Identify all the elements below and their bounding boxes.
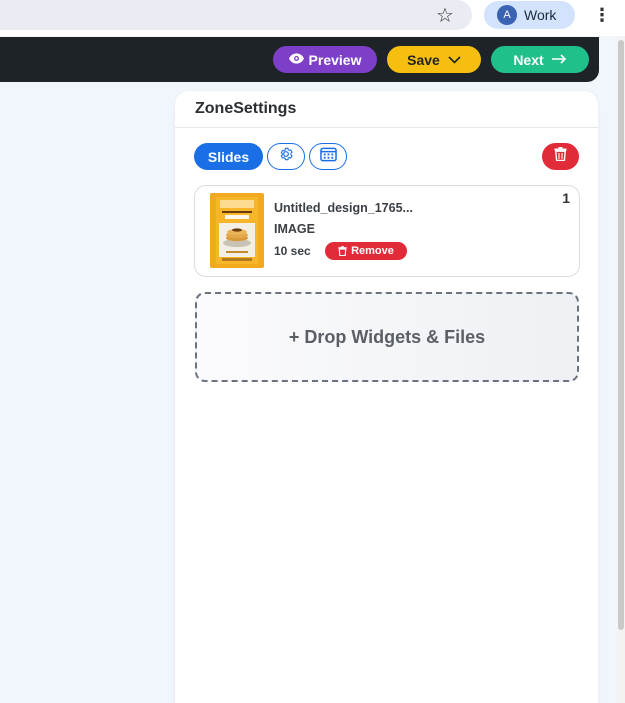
save-label: Save — [407, 51, 440, 68]
zone-settings-panel: ZoneSettings Slides 1 Untitled_design_17… — [175, 91, 598, 703]
remove-slide-button[interactable]: Remove — [325, 242, 407, 260]
next-label: Next — [513, 51, 544, 68]
gear-icon — [278, 146, 294, 167]
app-toolbar: Preview Save Next — [0, 37, 599, 82]
tab-schedule[interactable] — [309, 143, 347, 170]
slide-card[interactable]: 1 Untitled_design_1765... IMAGE 10 sec R… — [194, 185, 580, 277]
next-button[interactable]: Next — [491, 46, 589, 73]
scrollbar-thumb[interactable] — [618, 40, 624, 630]
calendar-icon — [319, 146, 337, 167]
slide-duration[interactable]: 10 sec — [274, 244, 311, 258]
tab-settings[interactable] — [267, 143, 305, 170]
slide-file-name: Untitled_design_1765... — [274, 201, 413, 215]
delete-zone-button[interactable] — [542, 143, 579, 170]
profile-name: Work — [524, 7, 557, 23]
arrow-right-icon — [551, 52, 567, 67]
save-button[interactable]: Save — [387, 46, 481, 73]
slide-thumbnail — [210, 193, 264, 268]
slide-type: IMAGE — [274, 222, 315, 236]
profile-button[interactable]: A Work — [484, 1, 575, 29]
browser-toolbar: ☆ A Work ⋮ — [0, 0, 625, 36]
drop-widgets-zone[interactable]: + Drop Widgets & Files — [195, 292, 579, 382]
preview-button[interactable]: Preview — [273, 46, 377, 73]
address-bar[interactable] — [0, 0, 472, 30]
remove-label: Remove — [351, 245, 394, 257]
slide-index: 1 — [562, 190, 570, 206]
avatar: A — [497, 5, 517, 25]
trash-icon — [554, 147, 567, 166]
tab-slides[interactable]: Slides — [194, 143, 263, 170]
chevron-down-icon[interactable] — [448, 52, 461, 67]
page-scrollbar[interactable] — [617, 37, 625, 703]
kebab-menu-icon[interactable]: ⋮ — [593, 3, 611, 27]
eye-icon — [288, 52, 304, 67]
star-icon[interactable]: ☆ — [433, 4, 457, 26]
preview-label: Preview — [308, 51, 362, 68]
panel-title: ZoneSettings — [195, 100, 297, 117]
trash-icon — [338, 246, 347, 256]
divider — [175, 127, 598, 128]
